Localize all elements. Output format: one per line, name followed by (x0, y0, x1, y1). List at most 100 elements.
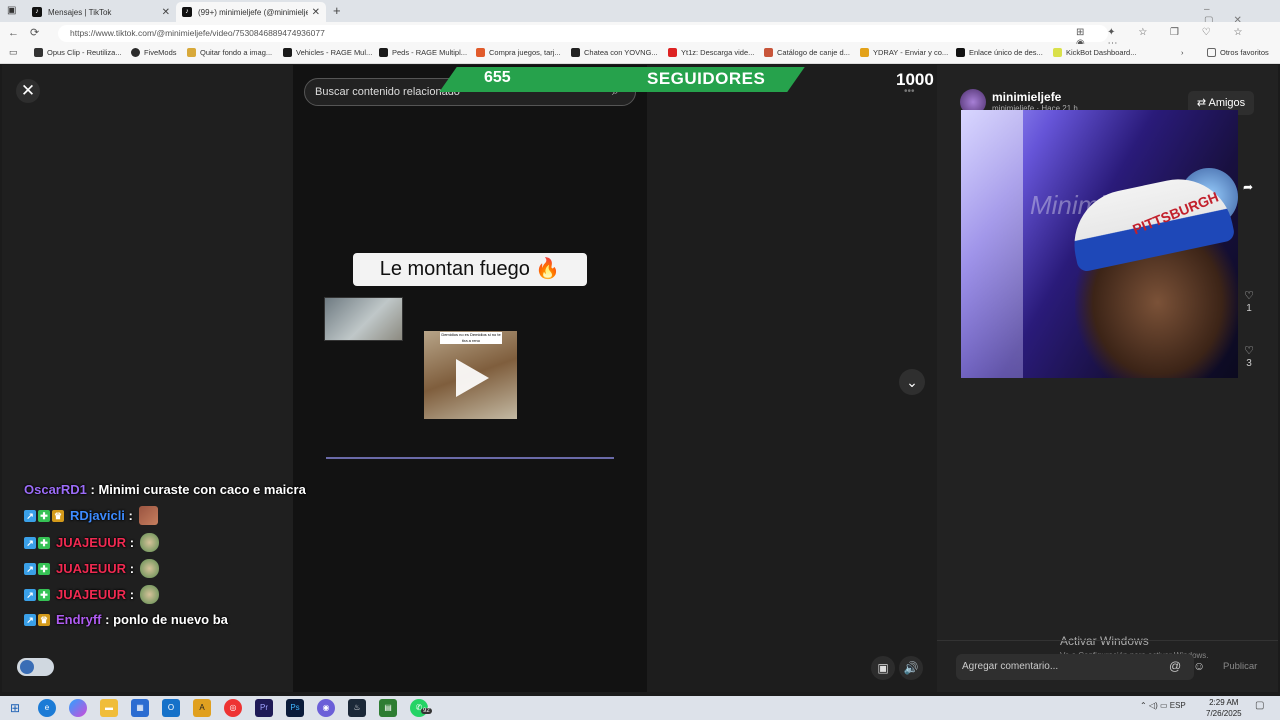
clock-time: 2:29 AM (1209, 698, 1239, 707)
heart-icon[interactable]: ♡ (1242, 289, 1256, 302)
autoscroll-toggle[interactable] (17, 658, 54, 676)
clock[interactable]: 2:29 AM 7/26/2025 (1206, 697, 1242, 719)
publish-button[interactable]: Publicar (1223, 661, 1257, 672)
tab-actions-icon[interactable]: ▣ (7, 5, 16, 16)
guy-emote-icon (140, 585, 160, 604)
tiktok-icon: ♪ (182, 7, 192, 17)
chat-text: Minimi curaste con caco e maicra (98, 482, 306, 497)
chrome-icon[interactable]: ◎ (224, 699, 242, 717)
edge-icon[interactable]: e (38, 699, 56, 717)
premiere-icon[interactable]: Pr (255, 699, 273, 717)
pip-icon[interactable]: ▣ (871, 656, 895, 680)
verified-badge-icon: ↗ (24, 536, 36, 549)
verified-badge-icon: ↗ (24, 562, 36, 575)
file-explorer-icon[interactable]: ▬ (100, 699, 118, 717)
guy-emote-icon (140, 533, 160, 552)
chat-message: ↗ ✚ JUAJEUUR : (24, 533, 160, 552)
other-favorites[interactable]: Otros favoritos (1207, 48, 1269, 57)
activate-windows-title: Activar Windows (1060, 634, 1149, 648)
bookmark-item[interactable]: Opus Clip - Reutiliza... (34, 48, 122, 57)
mention-icon[interactable]: @ (1169, 659, 1181, 673)
close-tab-icon[interactable]: ✕ (312, 7, 320, 18)
chat-username: JUAJEUUR (56, 587, 127, 602)
guy-emote-icon (140, 559, 160, 578)
notifications-icon[interactable]: ▢ (1255, 700, 1264, 711)
volume-icon[interactable]: 🔊 (899, 656, 923, 680)
start-icon[interactable]: ⊞ (6, 699, 24, 717)
url-input[interactable]: https://www.tiktok.com/@minimieljefe/vid… (58, 25, 1108, 42)
webcam-light-streak (961, 110, 1023, 378)
steam-icon[interactable]: ♨ (348, 699, 366, 717)
verified-badge-icon: ↗ (24, 588, 36, 601)
next-video-button[interactable]: ⌄ (899, 369, 925, 395)
video-thumbnail-small (324, 297, 403, 341)
chat-text: ponlo de nuevo ba (113, 612, 228, 627)
play-icon[interactable] (456, 359, 489, 397)
refresh-icon[interactable]: ⟳ (30, 22, 39, 44)
discord-icon[interactable]: ◉ (317, 699, 335, 717)
language-indicator: ESP (1169, 701, 1186, 710)
chat-username: OscarRD1 (24, 482, 87, 497)
gem-badge-icon: ✚ (38, 588, 50, 601)
close-tab-icon[interactable]: ✕ (162, 7, 170, 18)
bookmark-item[interactable]: Vehicles - RAGE Mul... (283, 48, 372, 57)
store-icon[interactable]: ▦ (131, 699, 149, 717)
tab-mensajes[interactable]: ♪ Mensajes | TikTok ✕ (26, 2, 176, 22)
video-side-area (647, 65, 937, 692)
chat-username: JUAJEUUR (56, 561, 127, 576)
panel-divider (937, 640, 1278, 641)
bookmark-item[interactable]: Quitar fondo a imag... (187, 48, 272, 57)
chat-message: ↗ ✚ ♛ RDjavicli : (24, 506, 158, 525)
bookmarks-more-icon[interactable]: › (1181, 48, 1184, 57)
windows-taskbar (0, 696, 1280, 720)
gem-badge-icon: ✚ (38, 536, 50, 549)
follower-label: SEGUIDORES (647, 69, 766, 88)
chat-username: JUAJEUUR (56, 535, 127, 550)
verified-badge-icon: ↗ (24, 509, 36, 522)
bookmark-item[interactable]: Yt1z: Descarga vide... (668, 48, 754, 57)
comment-input[interactable]: Agregar comentario... (956, 654, 1194, 680)
bookmark-item[interactable]: Compra juegos, tarj... (476, 48, 561, 57)
gem-badge-icon: ✚ (38, 509, 50, 522)
app-icon[interactable]: A (193, 699, 211, 717)
bookmark-item[interactable]: KickBot Dashboard... (1053, 48, 1136, 57)
verified-badge-icon: ↗ (24, 613, 36, 626)
chat-message: ↗ ✚ JUAJEUUR : (24, 585, 160, 604)
bookmark-item[interactable]: Catálogo de canje d... (764, 48, 850, 57)
emoji-icon[interactable]: ☺ (1193, 659, 1205, 673)
chat-username: RDjavicli (70, 508, 125, 523)
bookmark-item[interactable]: Peds - RAGE Multipl... (379, 48, 467, 57)
tab-title: Mensajes | TikTok (48, 7, 112, 17)
reading-list-icon[interactable]: ▭ (9, 47, 18, 58)
channel-name[interactable]: minimieljefe (992, 90, 1061, 104)
photoshop-icon[interactable]: Ps (286, 699, 304, 717)
heart-icon[interactable]: ♡ (1242, 344, 1256, 357)
copilot-icon[interactable] (69, 699, 87, 717)
chat-message: OscarRD1 : Minimi curaste con caco e mai… (24, 482, 306, 497)
video-caption: Le montan fuego 🔥 (353, 253, 587, 286)
crown-badge-icon: ♛ (52, 509, 64, 522)
follower-count: 655 (484, 69, 511, 86)
whatsapp-badge: 92 (421, 708, 432, 714)
clock-date: 7/26/2025 (1206, 709, 1242, 718)
bookmark-item[interactable]: Chatea con YOVNG... (571, 48, 658, 57)
outlook-icon[interactable]: O (162, 699, 180, 717)
tab-title: (99+) minimieljefe (@minimieljefe (198, 7, 308, 17)
back-icon[interactable]: ← (8, 22, 19, 44)
new-tab-icon[interactable]: + (333, 3, 341, 18)
bookmark-item[interactable]: YDRAY - Enviar y co... (860, 48, 948, 57)
system-tray[interactable]: ⌃ ◁) ▭ ESP (1140, 701, 1186, 710)
more-options-icon[interactable]: ••• (904, 86, 915, 97)
tiktok-icon: ♪ (32, 7, 42, 17)
chat-message: ↗ ✚ JUAJEUUR : (24, 559, 160, 578)
bookmark-item[interactable]: FiveMods (131, 48, 177, 57)
video-progress-bar[interactable] (326, 457, 614, 459)
sheets-icon[interactable]: ▤ (379, 699, 397, 717)
share-icon[interactable]: ➦ (1243, 180, 1253, 194)
face-emote-icon (138, 506, 158, 525)
bookmark-item[interactable]: Enlace único de des... (956, 48, 1043, 57)
close-video-button[interactable]: ✕ (16, 79, 40, 103)
crown-badge-icon: ♛ (38, 613, 50, 626)
tab-minimieljefe[interactable]: ♪ (99+) minimieljefe (@minimieljefe ✕ (176, 2, 326, 22)
chat-message: ↗ ♛ Endryff : ponlo de nuevo ba (24, 612, 228, 627)
